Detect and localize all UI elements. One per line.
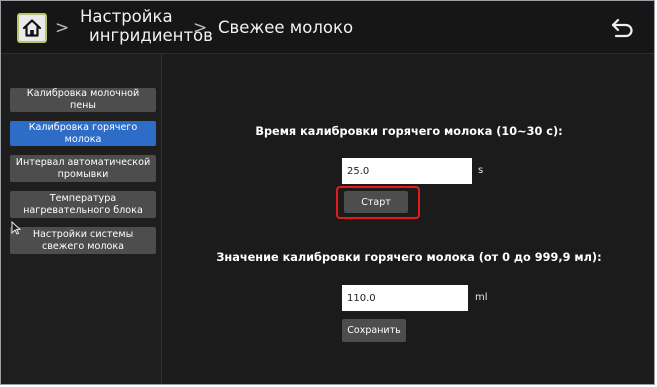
home-icon <box>22 19 42 37</box>
start-button-label: Старт <box>361 196 391 208</box>
breadcrumb-separator: > <box>55 18 70 38</box>
sidebar-item-label: Настройки системы свежего молока <box>32 228 134 252</box>
app-screen: > Настройка ингридиентов > Свежее молоко… <box>0 0 655 385</box>
sidebar: Калибровка молочной пены Калибровка горя… <box>1 54 162 384</box>
sidebar-item-foam-calibration[interactable]: Калибровка молочной пены <box>10 88 156 112</box>
sidebar-item-label: Калибровка горячего молока <box>28 121 138 145</box>
breadcrumb-separator: > <box>193 18 208 38</box>
sidebar-item-label: Интервал автоматической промывки <box>15 156 151 180</box>
breadcrumb-current: Свежее молоко <box>218 18 354 37</box>
sidebar-item-label: Температура нагревательного блока <box>23 192 143 216</box>
time-calibration-heading: Время калибровки горячего молока (10~30 … <box>255 125 563 138</box>
sidebar-item-hot-milk-calibration[interactable]: Калибровка горячего молока <box>10 121 156 146</box>
value-calibration-heading: Значение калибровки горячего молока (от … <box>216 251 602 264</box>
mouse-cursor-icon <box>11 221 21 235</box>
time-unit-label: s <box>478 165 484 176</box>
value-unit-label: ml <box>475 292 488 303</box>
back-arrow-icon <box>611 18 633 38</box>
back-button[interactable] <box>608 15 636 41</box>
breadcrumb-parent-line1[interactable]: Настройка <box>80 7 173 26</box>
save-button[interactable]: Сохранить <box>342 319 406 342</box>
main-panel: Время калибровки горячего молока (10~30 … <box>162 54 654 384</box>
value-calibration-input[interactable] <box>342 285 468 311</box>
sidebar-item-heating-block-temperature[interactable]: Температура нагревательного блока <box>10 191 156 218</box>
save-button-label: Сохранить <box>347 325 401 336</box>
time-calibration-input[interactable] <box>342 158 472 184</box>
home-button[interactable] <box>17 13 47 43</box>
sidebar-item-label: Калибровка молочной пены <box>26 88 140 111</box>
start-button[interactable]: Старт <box>344 191 408 213</box>
sidebar-item-auto-rinse-interval[interactable]: Интервал автоматической промывки <box>10 155 156 182</box>
top-bar: > Настройка ингридиентов > Свежее молоко <box>1 1 654 54</box>
sidebar-item-fresh-milk-settings[interactable]: Настройки системы свежего молока <box>10 227 156 254</box>
